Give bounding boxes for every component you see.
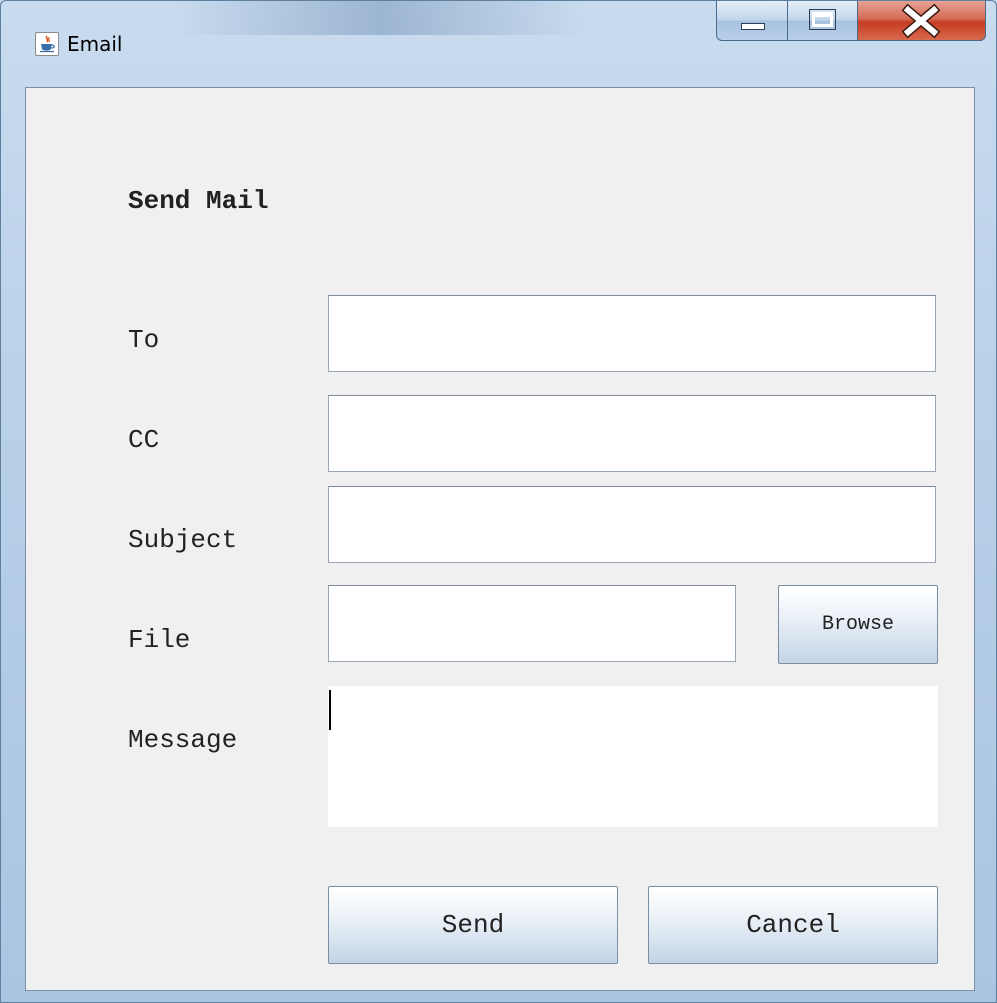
form-heading: Send Mail bbox=[128, 186, 269, 216]
maximize-icon bbox=[809, 9, 836, 30]
client-panel: Send Mail To CC Subject File Browse Mess… bbox=[25, 87, 975, 991]
text-caret bbox=[329, 690, 331, 730]
maximize-button[interactable] bbox=[788, 1, 858, 41]
close-icon bbox=[901, 3, 941, 39]
message-label: Message bbox=[128, 725, 238, 755]
java-cup-icon[interactable] bbox=[35, 32, 59, 56]
email-window: Email Send Mail To CC Subject File Brows… bbox=[0, 0, 997, 1003]
cc-label: CC bbox=[128, 425, 160, 455]
to-input[interactable] bbox=[328, 295, 936, 372]
to-label: To bbox=[128, 325, 160, 355]
window-title: Email bbox=[67, 32, 123, 56]
message-textarea[interactable] bbox=[328, 686, 938, 827]
window-controls bbox=[716, 1, 986, 41]
minimize-icon bbox=[741, 23, 765, 30]
send-button[interactable]: Send bbox=[328, 886, 618, 964]
minimize-button[interactable] bbox=[716, 1, 788, 41]
title-bar[interactable]: Email bbox=[1, 1, 996, 87]
file-path-input[interactable] bbox=[328, 585, 736, 662]
title-bar-background bbox=[171, 1, 591, 35]
close-button[interactable] bbox=[858, 1, 986, 41]
cancel-button[interactable]: Cancel bbox=[648, 886, 938, 964]
cc-input[interactable] bbox=[328, 395, 936, 472]
browse-button[interactable]: Browse bbox=[778, 585, 938, 664]
subject-label: Subject bbox=[128, 525, 238, 555]
subject-input[interactable] bbox=[328, 486, 936, 563]
file-label: File bbox=[128, 625, 191, 655]
